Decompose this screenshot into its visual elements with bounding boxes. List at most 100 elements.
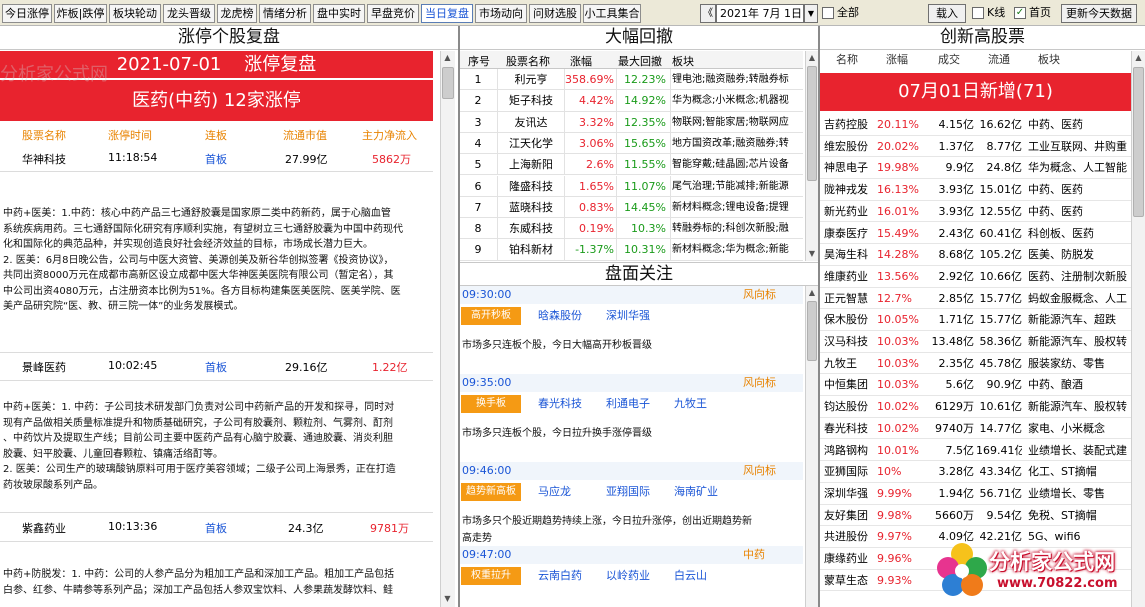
drawdown-row[interactable]: 4 江天化学 3.06% 15.65% 地方国资改革;融资融券;转 bbox=[460, 132, 803, 155]
limit-up-stock-row[interactable]: 景峰医药 10:02:45 首板 29.16亿 1.22亿 bbox=[0, 359, 433, 375]
new-high-row[interactable]: 汉马科技 10.03% 13.48亿 58.36亿 新能源汽车、股权转 bbox=[820, 331, 1131, 353]
new-high-row[interactable]: 中恒集团 10.03% 5.6亿 90.9亿 中药、酿酒 bbox=[820, 374, 1131, 397]
focus-item[interactable]: 09:46:00 风向标 趋势新高板 马应龙 亚翔国际 海南矿业 市场多只个股近期趋势持续上… bbox=[460, 462, 803, 546]
limit-time: 10:13:36 bbox=[108, 520, 158, 533]
scroll-down-icon[interactable]: ▼ bbox=[441, 592, 454, 605]
tab-intraday[interactable]: 盘中实时 bbox=[313, 4, 365, 23]
kline-checkbox[interactable] bbox=[972, 7, 984, 19]
focus-scrollbar[interactable]: ▲ bbox=[805, 286, 818, 607]
focus-stock-link[interactable]: 利通电子 bbox=[606, 395, 650, 413]
drawdown-row[interactable]: 6 隆盛科技 1.65% 11.07% 尾气治理;节能减排;新能源 bbox=[460, 175, 803, 197]
tab-daily-review[interactable]: 当日复盘 bbox=[421, 4, 473, 23]
tab-stock-screen[interactable]: 问财选股 bbox=[529, 4, 581, 23]
row-number: 6 bbox=[474, 179, 482, 193]
new-high-row[interactable]: 维宏股份 20.02% 1.37亿 8.77亿 工业互联网、井购重 bbox=[820, 136, 1131, 158]
sector-tags: 新能源汽车、超跌 bbox=[1028, 313, 1116, 327]
scroll-thumb[interactable] bbox=[442, 67, 454, 99]
focus-item-header: 09:35:00 风向标 bbox=[460, 374, 803, 392]
focus-item[interactable]: 09:35:00 风向标 换手板 春光科技 利通电子 九牧王 市场多只连板个股，今日拉升换手… bbox=[460, 374, 803, 462]
new-high-scrollbar[interactable]: ▲ bbox=[1131, 51, 1145, 607]
drawdown-row[interactable]: 9 铂科新材 -1.37% 10.31% 新材料概念;华为概念;新能 bbox=[460, 239, 803, 261]
change-pct: 15.49% bbox=[877, 226, 919, 240]
focus-item[interactable]: 09:30:00 风向标 高开秒板 晗森股份 深圳华强 市场多只连板个股，今日大幅高开秒板… bbox=[460, 286, 803, 374]
focus-stock-link[interactable]: 亚翔国际 bbox=[606, 483, 650, 501]
focus-stock-link[interactable]: 春光科技 bbox=[538, 395, 582, 413]
tab-sector-rotation[interactable]: 板块轮动 bbox=[109, 4, 161, 23]
tab-sentiment[interactable]: 情绪分析 bbox=[259, 4, 311, 23]
drawdown-scrollbar[interactable]: ▲ ▼ bbox=[805, 51, 818, 261]
scroll-thumb[interactable] bbox=[807, 66, 817, 181]
focus-tag[interactable]: 高开秒板 bbox=[461, 307, 521, 325]
new-high-row[interactable]: 鸿路钢构 10.01% 7.5亿 169.41亿 业绩增长、装配式建 bbox=[820, 440, 1131, 462]
market-focus-title: 盘面关注 bbox=[460, 262, 818, 286]
update-today-button[interactable]: 更新今天数据 bbox=[1061, 4, 1137, 23]
logo-url: www.70822.com bbox=[997, 576, 1118, 591]
float-cap: 45.78亿 bbox=[979, 356, 1023, 370]
new-high-row[interactable]: 维康药业 13.56% 2.92亿 10.66亿 医药、注册制次新股 bbox=[820, 266, 1131, 288]
scroll-up-icon[interactable]: ▲ bbox=[806, 286, 818, 299]
focus-stock-link[interactable]: 白云山 bbox=[674, 567, 707, 585]
tab-today-limit-up[interactable]: 今日涨停 bbox=[2, 4, 52, 23]
focus-tag[interactable]: 权重拉升 bbox=[461, 567, 521, 585]
focus-level: 风向标 bbox=[743, 464, 776, 477]
focus-stock-link[interactable]: 晗森股份 bbox=[538, 307, 582, 325]
date-dropdown-button[interactable]: ▼ bbox=[804, 4, 818, 23]
new-high-row[interactable]: 深圳华强 9.99% 1.94亿 56.71亿 业绩增长、零售 bbox=[820, 483, 1131, 505]
new-high-row[interactable]: 亚狮国际 10% 3.28亿 43.34亿 化工、ST摘帽 bbox=[820, 461, 1131, 483]
sector-tags: 家电、小米概念 bbox=[1028, 421, 1105, 435]
scroll-thumb[interactable] bbox=[807, 301, 817, 361]
drawdown-row[interactable]: 5 上海新阳 2.6% 11.55% 智能穿戴;硅晶圆;芯片设备 bbox=[460, 154, 803, 176]
left-scrollbar[interactable]: ▲ ▼ bbox=[440, 51, 455, 607]
date-prev-button[interactable]: 《 bbox=[700, 4, 716, 23]
limit-up-stock-row[interactable]: 紫鑫药业 10:13:36 首板 24.3亿 9781万 bbox=[0, 520, 433, 536]
scroll-up-icon[interactable]: ▲ bbox=[1132, 51, 1145, 64]
homepage-checkbox[interactable]: ✓ bbox=[1014, 7, 1026, 19]
change-pct: 10.02% bbox=[877, 421, 919, 435]
focus-stock-link[interactable]: 云南白药 bbox=[538, 567, 582, 585]
new-high-row[interactable]: 友好集团 9.98% 5660万 9.54亿 免税、ST摘帽 bbox=[820, 505, 1131, 527]
new-high-row[interactable]: 九牧王 10.03% 2.35亿 45.78亿 服装家纺、零售 bbox=[820, 353, 1131, 375]
sector-tags: 业绩增长、装配式建 bbox=[1028, 443, 1127, 457]
scroll-up-icon[interactable]: ▲ bbox=[441, 51, 454, 64]
focus-tag[interactable]: 换手板 bbox=[461, 395, 521, 413]
focus-stock-link[interactable]: 马应龙 bbox=[538, 483, 571, 501]
drawdown-row[interactable]: 8 东威科技 0.19% 10.3% 转融券标的;科创次新股;融 bbox=[460, 218, 803, 240]
scroll-thumb[interactable] bbox=[1133, 67, 1144, 217]
drawdown-row[interactable]: 7 蓝晓科技 0.83% 14.45% 新材料概念;锂电设备;提锂 bbox=[460, 196, 803, 219]
scroll-down-icon[interactable]: ▼ bbox=[806, 247, 818, 260]
date-picker[interactable]: 2021年 7月 1日 bbox=[716, 4, 804, 23]
drawdown-row[interactable]: 1 利元亨 358.69% 12.23% 锂电池;融资融券;转融券标 bbox=[460, 69, 803, 91]
tab-dragon-tiger[interactable]: 龙虎榜 bbox=[217, 4, 257, 23]
tab-market-trend[interactable]: 市场动向 bbox=[475, 4, 527, 23]
load-button[interactable]: 载入 bbox=[928, 4, 966, 23]
new-high-row[interactable]: 新光药业 16.01% 3.93亿 12.55亿 中药、医药 bbox=[820, 201, 1131, 223]
new-high-row[interactable]: 钧达股份 10.02% 6129万 10.61亿 新能源汽车、股权转 bbox=[820, 396, 1131, 418]
new-high-row[interactable]: 康泰医疗 15.49% 2.43亿 60.41亿 科创板、医药 bbox=[820, 223, 1131, 245]
focus-stock-link[interactable]: 以岭药业 bbox=[606, 567, 650, 585]
scroll-up-icon[interactable]: ▲ bbox=[806, 51, 818, 64]
focus-stock-link[interactable]: 深圳华强 bbox=[606, 307, 650, 325]
all-checkbox[interactable] bbox=[822, 7, 834, 19]
new-high-row[interactable]: 保木股份 10.05% 1.71亿 15.77亿 新能源汽车、超跌 bbox=[820, 309, 1131, 331]
tab-tools[interactable]: 小工具集合 bbox=[583, 4, 641, 23]
limit-up-stock-row[interactable]: 华神科技 11:18:54 首板 27.99亿 5862万 bbox=[0, 151, 433, 167]
drawdown-row[interactable]: 3 友讯达 3.32% 12.35% 物联网;智能家居;物联网应 bbox=[460, 111, 803, 133]
tab-broken-limit[interactable]: 炸板|跌停 bbox=[54, 4, 107, 23]
new-high-row[interactable]: 正元智慧 12.7% 2.85亿 15.77亿 蚂蚁金服概念、人工 bbox=[820, 288, 1131, 310]
focus-item[interactable]: 09:47:00 中药 权重拉升 云南白药 以岭药业 白云山 bbox=[460, 546, 803, 606]
focus-stock-link[interactable]: 海南矿业 bbox=[674, 483, 718, 501]
new-high-row[interactable]: 春光科技 10.02% 9740万 14.77亿 家电、小米概念 bbox=[820, 418, 1131, 440]
new-high-row[interactable]: 吉药控股 20.11% 4.15亿 16.62亿 中药、医药 bbox=[820, 114, 1131, 136]
drawdown-row[interactable]: 2 矩子科技 4.42% 14.92% 华为概念;小米概念;机器视 bbox=[460, 90, 803, 112]
sector-tags: 医药、注册制次新股 bbox=[1028, 269, 1127, 283]
focus-tag[interactable]: 趋势新高板 bbox=[461, 483, 521, 501]
net-inflow: 5862万 bbox=[372, 153, 411, 166]
new-high-row[interactable]: 陇神戎发 16.13% 3.93亿 15.01亿 中药、医药 bbox=[820, 179, 1131, 201]
tab-leader-promotion[interactable]: 龙头晋级 bbox=[163, 4, 215, 23]
focus-stock-link[interactable]: 九牧王 bbox=[674, 395, 707, 413]
tab-auction[interactable]: 早盘竞价 bbox=[367, 4, 419, 23]
new-high-row[interactable]: 神思电子 19.98% 9.9亿 24.8亿 华为概念、人工智能 bbox=[820, 157, 1131, 180]
stock-name: 钧达股份 bbox=[824, 400, 868, 414]
new-high-row[interactable]: 昊海生科 14.28% 8.68亿 105.2亿 医美、防脱发 bbox=[820, 244, 1131, 266]
col-inflow: 主力净流入 bbox=[362, 129, 417, 142]
